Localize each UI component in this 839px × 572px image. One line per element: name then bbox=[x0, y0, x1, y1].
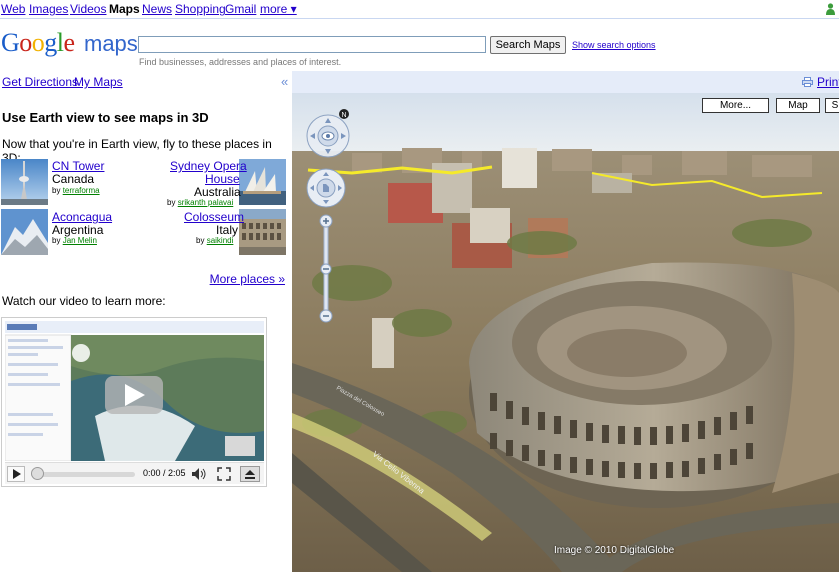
place-aconcagua-link[interactable]: Aconcagua bbox=[52, 210, 112, 224]
map-type-button[interactable]: Map bbox=[776, 98, 820, 113]
place-cn-tower-credit: by terraforma bbox=[52, 186, 100, 195]
nav-images[interactable]: Images bbox=[29, 2, 68, 16]
nav-shopping[interactable]: Shopping bbox=[175, 2, 226, 16]
logo-letter-o1: o bbox=[19, 28, 32, 57]
map-toolbar: Print bbox=[292, 71, 839, 93]
place-aconcagua-country: Argentina bbox=[52, 223, 104, 237]
video-player[interactable]: 0:00 / 2:05 bbox=[1, 317, 267, 487]
more-layers-button[interactable]: More... bbox=[702, 98, 769, 113]
imagery-copyright: Image © 2010 DigitalGlobe bbox=[554, 545, 675, 556]
place-sydney-link-line2[interactable]: House bbox=[205, 172, 240, 186]
search-hint: Find businesses, addresses and places of… bbox=[139, 57, 342, 67]
compass-north-label: N bbox=[342, 112, 347, 119]
look-around-control[interactable]: N bbox=[306, 108, 356, 158]
logo-letter-o2: o bbox=[31, 28, 45, 57]
place-aconcagua-credit: by Jan Melin bbox=[52, 236, 97, 245]
video-progress-bar[interactable] bbox=[31, 472, 135, 477]
place-colosseum-credit: by saikindi bbox=[196, 236, 234, 245]
place-sydney-link-line1[interactable]: Sydney Opera bbox=[170, 159, 247, 173]
nav-videos[interactable]: Videos bbox=[70, 2, 106, 16]
nav-maps[interactable]: Maps bbox=[109, 2, 140, 16]
nav-news[interactable]: News bbox=[142, 2, 172, 16]
video-controls: 0:00 / 2:05 bbox=[5, 462, 264, 484]
nav-more[interactable]: more ▾ bbox=[260, 2, 297, 16]
search-input[interactable] bbox=[138, 36, 486, 53]
search-maps-button[interactable]: Search Maps bbox=[490, 36, 566, 54]
place-colosseum-link[interactable]: Colosseum bbox=[184, 210, 244, 224]
place-colosseum-author-link[interactable]: saikindi bbox=[207, 236, 234, 245]
logo-letter-l: l bbox=[56, 28, 64, 57]
logo-letter-e: e bbox=[63, 28, 76, 57]
place-sydney-author-link[interactable]: srikanth palavai bbox=[178, 198, 234, 207]
top-navigation: Web Images Videos Maps News Shopping Gma… bbox=[0, 0, 839, 19]
place-colosseum-country: Italy bbox=[216, 223, 239, 237]
zoom-control[interactable] bbox=[306, 168, 346, 328]
my-maps-link[interactable]: My Maps bbox=[74, 75, 123, 89]
play-button[interactable] bbox=[7, 466, 25, 482]
aconcagua-thumbnail[interactable] bbox=[1, 209, 48, 255]
panel-bar: Get Directions My Maps « bbox=[0, 71, 292, 91]
eject-icon bbox=[245, 470, 255, 479]
video-time: 0:00 / 2:05 bbox=[143, 468, 186, 478]
play-icon bbox=[13, 469, 21, 479]
nav-web[interactable]: Web bbox=[1, 2, 25, 16]
more-places-link[interactable]: More places » bbox=[210, 272, 285, 286]
volume-icon[interactable] bbox=[191, 467, 207, 481]
place-sydney-country: Australia bbox=[194, 185, 241, 199]
video-preview-image[interactable] bbox=[5, 321, 264, 461]
colosseum-thumbnail[interactable] bbox=[239, 209, 286, 255]
show-search-options-link[interactable]: Show search options bbox=[572, 40, 656, 50]
place-cn-tower-author-link[interactable]: terraforma bbox=[63, 186, 100, 195]
left-panel: Use Earth view to see maps in 3D Now tha… bbox=[0, 93, 292, 572]
place-aconcagua-author-link[interactable]: Jan Melin bbox=[63, 236, 97, 245]
earth-map-view[interactable]: Via Celio Vibenna Piazza del Colosseo Mo… bbox=[292, 93, 839, 572]
user-icon[interactable] bbox=[826, 3, 835, 15]
video-menu-button[interactable] bbox=[240, 466, 260, 482]
cn-tower-thumbnail[interactable] bbox=[1, 159, 48, 205]
place-cn-tower-link[interactable]: CN Tower bbox=[52, 159, 104, 173]
logo-letter-g: G bbox=[1, 28, 20, 57]
printer-icon[interactable] bbox=[802, 77, 813, 87]
google-logo[interactable]: Google bbox=[1, 28, 75, 58]
video-scrubber-handle[interactable] bbox=[31, 467, 44, 480]
get-directions-link[interactable]: Get Directions bbox=[2, 75, 78, 89]
logo-letter-g2: g bbox=[44, 28, 57, 57]
satellite-type-button[interactable]: S bbox=[825, 98, 839, 113]
nav-gmail[interactable]: Gmail bbox=[225, 2, 256, 16]
fullscreen-icon[interactable] bbox=[217, 467, 231, 481]
place-sydney-credit: by srikanth palavai bbox=[167, 198, 234, 207]
print-link[interactable]: Print bbox=[817, 75, 839, 89]
collapse-panel-button[interactable]: « bbox=[281, 74, 288, 89]
video-label: Watch our video to learn more: bbox=[2, 294, 166, 308]
maps-product-name: maps bbox=[84, 31, 138, 56]
earth-3d-imagery[interactable]: Via Celio Vibenna Piazza del Colosseo bbox=[292, 93, 839, 572]
panel-title: Use Earth view to see maps in 3D bbox=[2, 110, 209, 125]
place-cn-tower-country: Canada bbox=[52, 172, 95, 186]
